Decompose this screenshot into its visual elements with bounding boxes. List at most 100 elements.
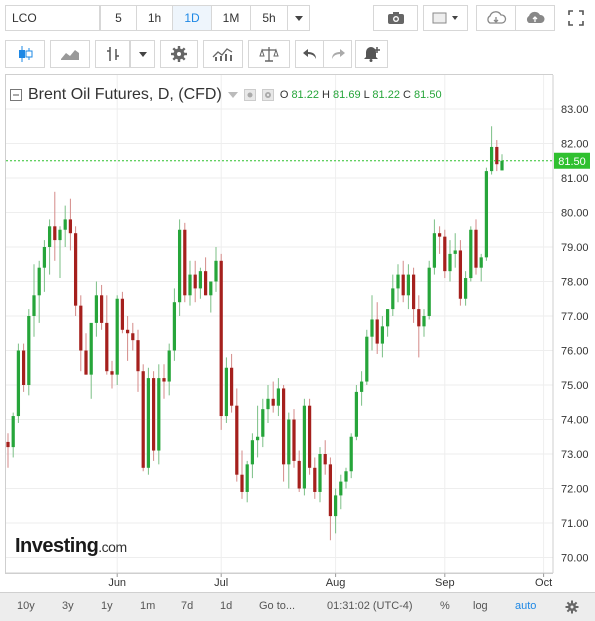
candle-body bbox=[333, 495, 338, 517]
candle-body bbox=[136, 340, 140, 372]
candle-body bbox=[276, 388, 281, 406]
clock-timezone[interactable]: 01:31:02 (UTC-4) bbox=[327, 600, 413, 612]
bottom-bar: 10y 3y 1y 1m 7d 1d Go to... 01:31:02 (UT… bbox=[0, 592, 595, 621]
candle-body bbox=[484, 171, 489, 258]
x-tick-label: Jul bbox=[214, 577, 228, 589]
candle-body bbox=[349, 436, 353, 472]
candle-body bbox=[281, 388, 286, 465]
candle-body bbox=[120, 298, 125, 330]
low-label: L bbox=[363, 89, 370, 101]
auto-toggle[interactable]: auto bbox=[515, 600, 536, 612]
candle-body bbox=[47, 226, 52, 247]
candle-body bbox=[198, 271, 203, 289]
candle-body bbox=[11, 416, 15, 448]
candle-body bbox=[463, 278, 468, 299]
candle-body bbox=[375, 319, 379, 344]
candle-body bbox=[42, 247, 47, 268]
y-tick-label: 82.00 bbox=[561, 139, 589, 151]
candle-body bbox=[188, 274, 192, 296]
high-label: H bbox=[322, 89, 330, 101]
percent-toggle[interactable]: % bbox=[440, 600, 450, 612]
y-tick-label: 81.00 bbox=[561, 173, 589, 185]
candle-body bbox=[131, 333, 135, 341]
candle-body bbox=[229, 367, 234, 406]
gear-icon[interactable] bbox=[261, 89, 274, 101]
candle-body bbox=[401, 274, 405, 296]
range-1y-button[interactable]: 1y bbox=[101, 600, 113, 612]
candle-body bbox=[214, 260, 218, 282]
candle-body bbox=[297, 460, 301, 489]
candle-body bbox=[287, 419, 291, 465]
range-3y-button[interactable]: 3y bbox=[62, 600, 74, 612]
candle-body bbox=[219, 260, 223, 417]
candle-body bbox=[385, 309, 390, 327]
range-10y-button[interactable]: 10y bbox=[17, 600, 35, 612]
candle-body bbox=[318, 454, 322, 492]
candle-body bbox=[469, 229, 473, 279]
collapse-icon[interactable] bbox=[10, 89, 22, 101]
goto-button[interactable]: Go to... bbox=[259, 600, 295, 612]
candle-body bbox=[203, 271, 208, 296]
candle-body bbox=[474, 229, 478, 268]
y-tick-label: 83.00 bbox=[561, 104, 589, 116]
gear-icon[interactable] bbox=[565, 600, 579, 614]
candle-body bbox=[500, 160, 504, 171]
x-tick-label: Oct bbox=[535, 577, 552, 589]
candle-body bbox=[146, 378, 151, 468]
candle-body bbox=[344, 471, 348, 482]
candle-body bbox=[354, 391, 359, 437]
candle-body bbox=[380, 326, 385, 344]
candle-body bbox=[365, 336, 369, 382]
candle-body bbox=[94, 295, 99, 323]
candle-body bbox=[255, 436, 260, 441]
candle-body bbox=[370, 319, 374, 337]
candle-body bbox=[73, 233, 78, 306]
candle-body bbox=[391, 288, 395, 310]
range-1d-button[interactable]: 1d bbox=[220, 600, 232, 612]
candle-body bbox=[328, 464, 333, 517]
candle-body bbox=[167, 350, 171, 382]
candle-body bbox=[99, 295, 104, 323]
chart-title: Brent Oil Futures, D, (CFD) bbox=[28, 86, 222, 103]
candle-body bbox=[172, 302, 177, 351]
candle-body bbox=[63, 219, 67, 230]
y-tick-label: 72.00 bbox=[561, 484, 589, 496]
candle-body bbox=[359, 381, 364, 392]
candle-body bbox=[110, 371, 114, 375]
open-value: 81.22 bbox=[291, 89, 319, 101]
candle-body bbox=[209, 281, 213, 296]
candle-body bbox=[411, 274, 416, 310]
log-toggle[interactable]: log bbox=[473, 600, 488, 612]
close-label: C bbox=[403, 89, 411, 101]
candle-body bbox=[37, 267, 41, 296]
candle-body bbox=[432, 233, 437, 268]
logo-suffix: .com bbox=[98, 539, 127, 555]
candle-body bbox=[32, 295, 36, 316]
candle-body bbox=[84, 350, 88, 375]
candle-body bbox=[245, 464, 249, 492]
candle-body bbox=[105, 322, 109, 372]
candle-body bbox=[396, 274, 400, 289]
candle-body bbox=[453, 250, 457, 254]
y-tick-label: 73.00 bbox=[561, 449, 589, 461]
eye-icon[interactable] bbox=[243, 89, 256, 101]
candle-body bbox=[250, 440, 255, 465]
candle-body bbox=[489, 146, 494, 172]
candle-body bbox=[53, 226, 57, 241]
candle-body bbox=[16, 350, 21, 417]
range-7d-button[interactable]: 7d bbox=[181, 600, 193, 612]
candle-body bbox=[183, 229, 187, 296]
candle-body bbox=[443, 236, 447, 272]
chevron-down-icon[interactable] bbox=[227, 92, 238, 98]
candle-body bbox=[417, 309, 421, 327]
candle-body bbox=[115, 298, 119, 375]
candle-body bbox=[323, 454, 327, 465]
range-1m-button[interactable]: 1m bbox=[140, 600, 155, 612]
candle-body bbox=[307, 405, 312, 468]
open-label: O bbox=[279, 89, 289, 101]
candle-body bbox=[495, 146, 499, 165]
candle-body bbox=[79, 305, 83, 351]
candle-body bbox=[125, 329, 130, 334]
y-tick-label: 78.00 bbox=[561, 277, 589, 289]
candle-body bbox=[240, 474, 244, 492]
